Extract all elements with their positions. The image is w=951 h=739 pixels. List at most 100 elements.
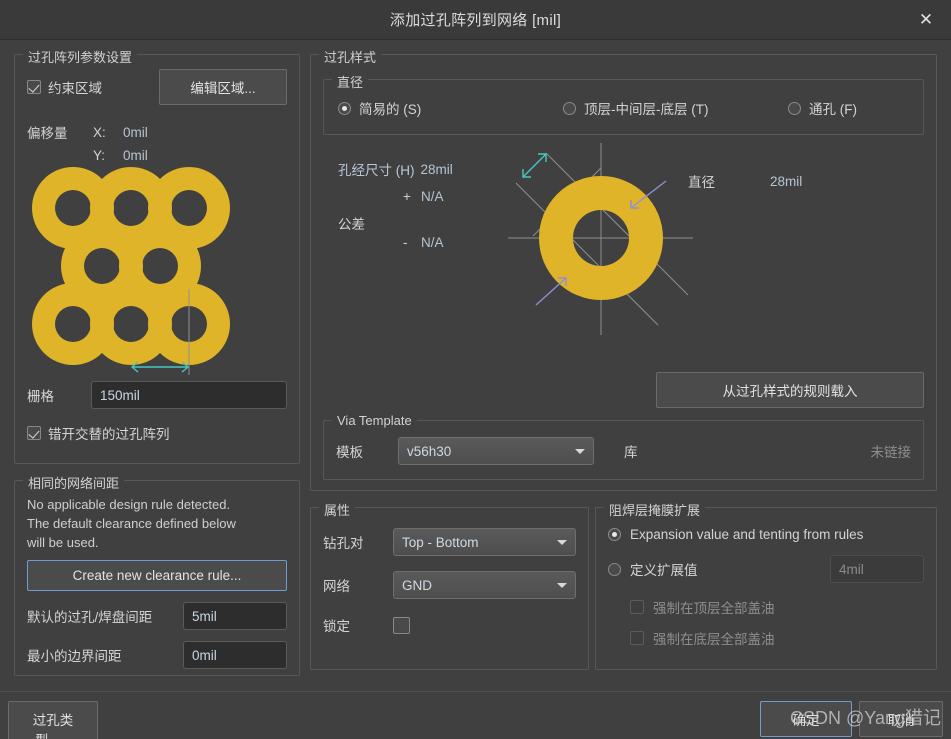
diameter-option-top-mid-bottom-radio[interactable] — [563, 101, 576, 115]
template-label: 模板 — [336, 445, 363, 460]
via-array-preview-svg — [31, 166, 230, 375]
dialog-footer: 过孔类型...... 确定 取消 — [0, 691, 951, 739]
hole-size-label: 孔经尺寸 (H) — [338, 163, 415, 178]
constrain-region-row[interactable]: 约束区域 — [27, 77, 102, 97]
min-boundary-label: 最小的边界间距 — [27, 649, 122, 664]
properties-group: 属性 钻孔对 Top - Bottom 网络 GND 锁定 — [310, 500, 589, 670]
offset-y-row: Y: 0mil — [27, 148, 287, 163]
via-style-legend: 过孔样式 — [319, 47, 382, 66]
diameter-readout-row: 直径 28mil — [688, 171, 802, 191]
via-array-preview — [27, 166, 287, 379]
solder-mask-group: 阻焊层掩膜扩展 Expansion value and tenting from… — [595, 500, 937, 670]
tolerance-plus-sign: + — [403, 189, 411, 204]
edit-region-button[interactable]: 编辑区域... — [159, 69, 287, 105]
diameter-group: 直径 简易的 (S) 顶层-中间层-底层 (T) 通孔 (F) — [323, 72, 924, 135]
offset-y-value: 0mil — [123, 148, 148, 163]
load-from-via-style-rules-button[interactable]: 从过孔样式的规则载入 — [656, 372, 924, 408]
chevron-down-icon — [557, 540, 567, 545]
grid-label: 栅格 — [27, 389, 54, 404]
net-select[interactable]: GND — [393, 571, 576, 599]
tolerance-minus-value[interactable]: N/A — [421, 235, 444, 250]
diameter-option-top-mid-bottom-label: 顶层-中间层-底层 (T) — [584, 102, 709, 117]
mask-from-rules-label: Expansion value and tenting from rules — [630, 527, 864, 542]
via-pad-clearance-input[interactable]: 5mil — [183, 602, 287, 630]
title-bar: 添加过孔阵列到网络 [mil] ✕ — [0, 0, 951, 40]
properties-legend: 属性 — [319, 500, 356, 519]
chevron-down-icon — [575, 449, 585, 454]
via-pad-clearance-label: 默认的过孔/焊盘间距 — [27, 610, 153, 625]
min-boundary-row: 最小的边界间距 0mil — [27, 641, 287, 669]
via-template-group: Via Template 模板 v56h30 库 未链接 — [323, 413, 924, 480]
add-via-array-dialog: 添加过孔阵列到网络 [mil] ✕ 过孔阵列参数设置 约束区域 编辑区域... … — [0, 0, 951, 739]
diameter-option-through[interactable]: 通孔 (F) — [788, 98, 857, 118]
ok-button[interactable]: 确定 — [760, 701, 852, 737]
lock-row[interactable]: 锁定 — [323, 615, 576, 635]
diameter-option-simple[interactable]: 简易的 (S) — [338, 98, 563, 118]
hole-size-value[interactable]: 28mil — [421, 162, 453, 177]
cancel-button[interactable]: 取消 — [859, 701, 943, 737]
left-column: 过孔阵列参数设置 约束区域 编辑区域... 偏移量 X: 0mil Y: 0mi… — [14, 45, 300, 676]
force-tenting-top-row: 强制在顶层全部盖油 — [630, 597, 924, 617]
constrain-region-label: 约束区域 — [48, 81, 102, 96]
via-pad-clearance-row: 默认的过孔/焊盘间距 5mil — [27, 602, 287, 630]
mask-from-rules-radio[interactable] — [608, 528, 621, 541]
tolerance-plus-row: + N/A — [403, 189, 444, 204]
lock-checkbox[interactable] — [393, 616, 410, 634]
dialog-title: 添加过孔阵列到网络 [mil] — [389, 12, 562, 29]
force-tenting-bottom-checkbox — [630, 631, 644, 645]
clearance-note-line3: will be used. — [27, 535, 99, 550]
mask-custom-label: 定义扩展值 — [630, 563, 698, 578]
template-select[interactable]: v56h30 — [398, 437, 594, 465]
template-select-value: v56h30 — [407, 443, 452, 459]
offset-label: 偏移量 — [27, 126, 68, 141]
grid-row: 栅格 150mil — [27, 381, 287, 409]
offset-x-value: 0mil — [123, 124, 148, 140]
clearance-note-line2: The default clearance defined below — [27, 516, 236, 531]
via-style-group: 过孔样式 直径 简易的 (S) 顶层-中间层-底层 (T) 通孔 (F) 孔经尺… — [310, 47, 937, 491]
net-row: 网络 GND — [323, 571, 576, 599]
chevron-down-icon — [557, 583, 567, 588]
hole-size-row: 孔经尺寸 (H) 28mil — [338, 159, 453, 179]
diameter-option-through-label: 通孔 (F) — [809, 102, 857, 117]
clearance-note-line1: No applicable design rule detected. — [27, 497, 231, 512]
grid-input[interactable]: 150mil — [91, 381, 287, 409]
diameter-readout-value[interactable]: 28mil — [770, 174, 802, 189]
via-style-preview-area: 孔经尺寸 (H) 28mil 公差 + N/A - N/A 直径 28mil — [323, 135, 924, 350]
diameter-readout-label: 直径 — [688, 175, 715, 190]
drill-pair-select[interactable]: Top - Bottom — [393, 528, 576, 556]
library-label: 库 — [624, 445, 638, 460]
offset-x-label: X: — [93, 124, 106, 140]
create-clearance-rule-button[interactable]: Create new clearance rule... — [27, 560, 287, 591]
stagger-checkbox[interactable] — [27, 426, 41, 440]
dialog-body: 过孔阵列参数设置 约束区域 编辑区域... 偏移量 X: 0mil Y: 0mi… — [0, 40, 951, 691]
tolerance-plus-value[interactable]: N/A — [421, 189, 444, 204]
force-tenting-bottom-row: 强制在底层全部盖油 — [630, 628, 924, 648]
diameter-option-through-radio[interactable] — [788, 101, 801, 115]
tolerance-minus-sign: - — [403, 235, 408, 250]
force-tenting-bottom-label: 强制在底层全部盖油 — [653, 632, 775, 647]
force-tenting-top-label: 强制在顶层全部盖油 — [653, 601, 775, 616]
diameter-option-top-mid-bottom[interactable]: 顶层-中间层-底层 (T) — [563, 98, 788, 118]
mask-from-rules-row[interactable]: Expansion value and tenting from rules — [608, 527, 924, 542]
via-style-preview-svg — [508, 143, 693, 335]
stagger-label: 错开交替的过孔阵列 — [48, 427, 170, 442]
diameter-legend: 直径 — [332, 72, 369, 91]
close-icon[interactable]: ✕ — [909, 4, 943, 34]
stagger-row[interactable]: 错开交替的过孔阵列 — [27, 423, 287, 443]
net-value: GND — [402, 577, 432, 593]
min-boundary-input[interactable]: 0mil — [183, 641, 287, 669]
mask-expansion-input: 4mil — [830, 555, 924, 583]
mask-custom-radio[interactable] — [608, 562, 621, 576]
tolerance-label: 公差 — [338, 217, 365, 232]
constrain-region-checkbox[interactable] — [27, 80, 41, 94]
drill-pair-value: Top - Bottom — [402, 534, 479, 550]
bottom-right-row: 属性 钻孔对 Top - Bottom 网络 GND 锁定 阻焊层掩膜扩展 Ex… — [310, 500, 937, 670]
right-column: 过孔样式 直径 简易的 (S) 顶层-中间层-底层 (T) 通孔 (F) 孔经尺… — [310, 45, 937, 670]
array-params-group: 过孔阵列参数设置 约束区域 编辑区域... 偏移量 X: 0mil Y: 0mi… — [14, 47, 300, 464]
offset-y-label: Y: — [93, 148, 106, 163]
solder-mask-legend: 阻焊层掩膜扩展 — [604, 500, 706, 519]
mask-custom-row[interactable]: 定义扩展值 4mil — [608, 555, 924, 583]
drill-pair-label: 钻孔对 — [323, 536, 364, 551]
via-types-button[interactable]: 过孔类型...... — [8, 701, 98, 739]
diameter-option-simple-radio[interactable] — [338, 101, 351, 115]
